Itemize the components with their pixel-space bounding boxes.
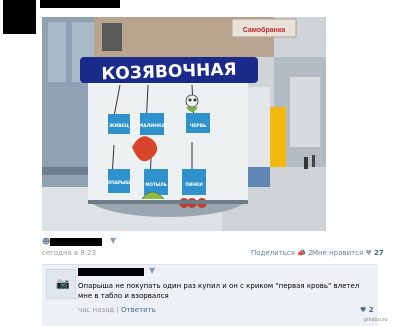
chevron-down-icon[interactable]: ▼: [110, 236, 116, 245]
author-name-redacted[interactable]: [40, 0, 120, 8]
post-date[interactable]: сегодня в 8:23: [42, 249, 96, 257]
heart-icon: ♥: [365, 249, 372, 257]
sign-pinki: ПИНКИ: [185, 182, 203, 187]
photo-illustration: Самобранка КОЗЯВОЧНАЯ ЖИВЕЦ МАЛИНКА ЧЕРВ…: [42, 17, 326, 231]
like-label: Мне нравится: [312, 249, 364, 257]
sign-cherv: ЧЕРВЬ: [190, 123, 207, 129]
commenter-name-redacted[interactable]: [78, 268, 144, 276]
comment-like-count: 2: [368, 306, 374, 314]
post-photo[interactable]: Самобранка КОЗЯВОЧНАЯ ЖИВЕЦ МАЛИНКА ЧЕРВ…: [42, 17, 326, 231]
like-button[interactable]: Мне нравится ♥ 27: [312, 249, 384, 257]
share-label: Поделиться: [251, 249, 295, 257]
comment-time[interactable]: час назад: [78, 306, 114, 314]
chevron-down-icon[interactable]: ▼: [149, 266, 155, 275]
comment-like-button[interactable]: ♥ 2: [360, 306, 374, 314]
sign-oparysh: ОПАРЫШ: [108, 180, 131, 185]
comment-footer: час назад | Ответить: [78, 306, 156, 314]
sign-motyl: МОТЫЛЬ: [145, 182, 167, 187]
shop-sign: Самобранка: [243, 26, 286, 34]
reposter-name-redacted[interactable]: [50, 238, 102, 246]
like-count: 27: [374, 249, 384, 257]
megaphone-icon: 📣: [297, 249, 306, 257]
share-button[interactable]: Поделиться 📣 2: [251, 249, 313, 257]
camera-icon: 📷: [56, 277, 70, 290]
reply-link[interactable]: Ответить: [121, 306, 156, 314]
author-avatar-redacted[interactable]: [3, 0, 36, 34]
watermark: pikabu.ru: [364, 317, 388, 323]
heart-icon: ♥: [360, 306, 367, 314]
comment-text: Опарыша не покупать один раз купил и он …: [78, 282, 360, 300]
sign-malinka: МАЛИНКА: [139, 123, 166, 129]
sign-zhivets: ЖИВЕЦ: [109, 123, 129, 129]
